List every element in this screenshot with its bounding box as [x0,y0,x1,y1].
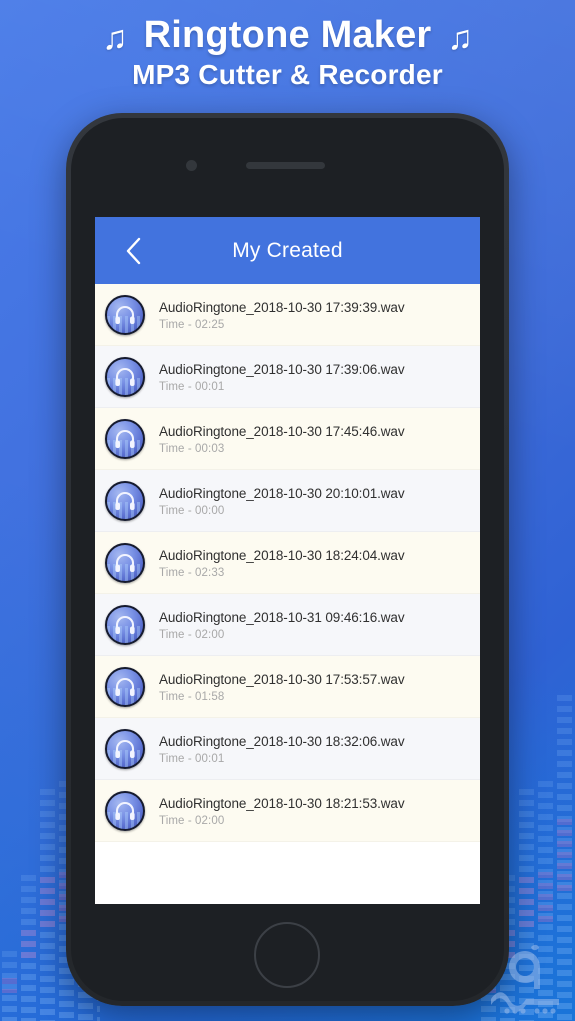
ringtone-filename: AudioRingtone_2018-10-31 09:46:16.wav [159,609,405,625]
ringtone-duration: Time - 02:25 [159,318,225,331]
list-item-meta: AudioRingtone_2018-10-30 17:53:57.wav Tim… [159,672,405,703]
list-item-meta: AudioRingtone_2018-10-31 09:46:16.wav Tim… [159,610,405,641]
list-item[interactable]: AudioRingtone_2018-10-30 17:53:57.wav Tim… [95,656,480,718]
music-note-icon-right: ♫ [447,18,473,57]
camera-dot-icon [186,160,197,171]
ringtone-duration: Time - 01:58 [159,690,225,703]
music-note-icon-left: ♫ [102,18,128,57]
app-subtitle: MP3 Cutter & Recorder [132,59,443,90]
app-bar: My Created [95,217,480,284]
ringtone-duration: Time - 00:01 [159,752,225,765]
earpiece-speaker-icon [246,162,325,169]
back-button[interactable] [109,217,157,284]
app-title: Ringtone Maker [143,14,432,56]
headphones-icon [105,295,145,335]
ringtone-duration: Time - 02:00 [159,814,225,827]
ringtone-filename: AudioRingtone_2018-10-30 18:24:04.wav [159,547,405,563]
ringtone-duration: Time - 00:01 [159,380,225,393]
ringtone-duration: Time - 00:03 [159,442,225,455]
list-item-meta: AudioRingtone_2018-10-30 20:10:01.wav Tim… [159,486,405,517]
ringtone-filename: AudioRingtone_2018-10-30 17:39:06.wav [159,361,405,377]
ringtone-duration: Time - 02:00 [159,628,225,641]
list-item[interactable]: AudioRingtone_2018-10-30 17:39:39.wav Tim… [95,284,480,346]
headphones-icon [105,605,145,645]
title-row: ♫ Ringtone Maker ♫ [102,14,473,57]
list-item-meta: AudioRingtone_2018-10-30 17:39:06.wav Tim… [159,362,405,393]
ringtone-filename: AudioRingtone_2018-10-30 20:10:01.wav [159,485,405,501]
ringtone-filename: AudioRingtone_2018-10-30 17:39:39.wav [159,299,405,315]
list-item-meta: AudioRingtone_2018-10-30 18:21:53.wav Tim… [159,796,405,827]
app-screen: My Created AudioRingtone_2018-10-30 17:3… [95,217,480,904]
ringtone-duration: Time - 00:00 [159,504,225,517]
headphones-icon [105,729,145,769]
home-button[interactable] [254,922,320,988]
equalizer-bar [40,789,55,1021]
ringtone-filename: AudioRingtone_2018-10-30 18:21:53.wav [159,795,405,811]
list-item[interactable]: AudioRingtone_2018-10-30 20:10:01.wav Tim… [95,470,480,532]
back-chevron-icon [124,236,143,266]
list-item[interactable]: AudioRingtone_2018-10-31 09:46:16.wav Tim… [95,594,480,656]
headphones-icon [105,357,145,397]
headphones-icon [105,667,145,707]
ringtone-filename: AudioRingtone_2018-10-30 17:53:57.wav [159,671,405,687]
list-item-meta: AudioRingtone_2018-10-30 17:45:46.wav Tim… [159,424,405,455]
equalizer-bar [21,875,36,1021]
list-item[interactable]: AudioRingtone_2018-10-30 18:24:04.wav Tim… [95,532,480,594]
site-watermark-logo [481,943,569,1017]
equalizer-bar [2,951,17,1021]
headphones-icon [105,543,145,583]
ringtone-filename: AudioRingtone_2018-10-30 18:32:06.wav [159,733,405,749]
headphones-icon [105,419,145,459]
list-item-meta: AudioRingtone_2018-10-30 17:39:39.wav Tim… [159,300,405,331]
promo-headline: ♫ Ringtone Maker ♫ MP3 Cutter & Recorder [0,0,575,105]
list-item[interactable]: AudioRingtone_2018-10-30 17:45:46.wav Tim… [95,408,480,470]
headphones-icon [105,791,145,831]
list-item[interactable]: AudioRingtone_2018-10-30 18:32:06.wav Tim… [95,718,480,780]
ringtone-list[interactable]: AudioRingtone_2018-10-30 17:39:39.wav Tim… [95,284,480,846]
list-item-meta: AudioRingtone_2018-10-30 18:32:06.wav Tim… [159,734,405,765]
ringtone-duration: Time - 02:33 [159,566,225,579]
list-item[interactable]: AudioRingtone_2018-10-30 18:21:53.wav Tim… [95,780,480,842]
list-item[interactable]: AudioRingtone_2018-10-30 17:39:06.wav Tim… [95,346,480,408]
ringtone-filename: AudioRingtone_2018-10-30 17:45:46.wav [159,423,405,439]
list-item-meta: AudioRingtone_2018-10-30 18:24:04.wav Tim… [159,548,405,579]
headphones-icon [105,481,145,521]
